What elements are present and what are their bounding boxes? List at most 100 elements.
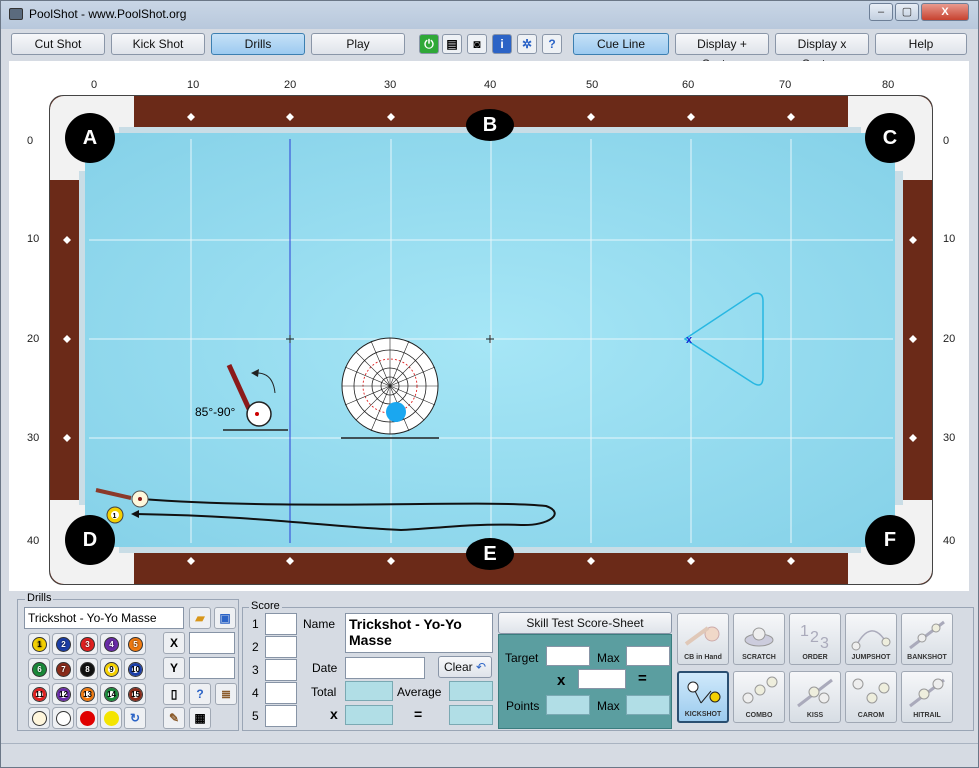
app-window: PoolShot - www.PoolShot.org – ▢ X Cut Sh… [0,0,979,768]
ball-5-button[interactable]: 5 [124,633,146,655]
status-bar [1,743,978,767]
x-coordinate-field[interactable] [189,632,235,654]
kickshot-tile[interactable]: KICKSHOT [677,671,729,723]
pocket-a[interactable]: A [65,113,115,163]
score-row-number: 5 [252,709,259,723]
total-label: Total [311,685,337,699]
tile-caption: CAROM [857,712,885,719]
score-group-title: Score [249,600,282,612]
open-folder-icon[interactable]: ▰ [189,607,211,629]
bankshot-tile[interactable]: BANKSHOT [901,613,953,665]
multiplier-field[interactable] [578,669,626,689]
tile-caption: KISS [806,712,824,719]
jumpshot-tile[interactable]: JUMPSHOT [845,613,897,665]
ball-number: 13 [80,687,95,702]
ball-8-button[interactable]: 8 [76,658,98,680]
ball-2-button[interactable]: 2 [52,633,74,655]
total-field [345,681,393,701]
cb-in-hand-tile[interactable]: CB in Hand [677,613,729,665]
color-palette-icon[interactable]: ▦ [189,707,211,729]
pocket-f[interactable]: F [865,515,915,565]
target-label: Target [505,651,539,665]
pocket-c[interactable]: C [865,113,915,163]
scratch-tile[interactable]: SCRATCH [733,613,785,665]
red-ball-button[interactable] [76,707,98,729]
combo-icon [742,676,778,704]
clear-label: Clear [443,660,473,674]
score-field-4[interactable] [265,682,297,704]
undo-arrow-icon: ↶ [475,660,487,674]
points-field [546,695,590,715]
score-row-number: 1 [252,617,259,631]
target-field[interactable] [546,646,590,666]
new-document-icon[interactable]: ▯ [163,683,185,705]
save-icon[interactable]: ▣ [214,607,236,629]
score-field-1[interactable] [265,613,297,635]
drill-name-field[interactable]: Trickshot - Yo-Yo Masse [24,607,184,629]
tile-caption: KICKSHOT [684,711,722,718]
ball-10-button[interactable]: 10 [124,658,146,680]
carom-icon [852,678,890,704]
score-field-5[interactable] [265,705,297,727]
tile-caption: JUMPSHOT [851,654,891,661]
carom-tile[interactable]: CAROM [845,671,897,723]
cue-ball-button[interactable] [28,707,50,729]
ghost-ball-button[interactable] [52,707,74,729]
pocket-d[interactable]: D [65,515,115,565]
ball-4-button[interactable]: 4 [100,633,122,655]
points-label: Points [506,699,540,713]
svg-text:3: 3 [820,635,829,652]
ball-1-button[interactable]: 1 [28,633,50,655]
ball-number: 6 [32,662,47,677]
ball-number: 4 [104,637,119,652]
notepad-icon[interactable]: ✎ [163,707,185,729]
kiss-tile[interactable]: KISS [789,671,841,723]
ball-13-button[interactable]: 13 [76,683,98,705]
table-drawing: x 1 [63,113,917,565]
svg-text:1: 1 [113,513,117,520]
order-tile[interactable]: 1 2 3 ORDER [789,613,841,665]
pocket-b[interactable]: B [466,109,514,141]
angle-label: 85°-90° [195,405,236,419]
undo-icon[interactable]: ↻ [124,707,146,729]
hitrail-tile[interactable]: HITRAIL [901,671,953,723]
target-max-field[interactable] [626,646,670,666]
y-coordinate-field[interactable] [189,657,235,679]
name-field[interactable]: Trickshot - Yo-Yo Masse [345,613,493,653]
ball-number: 9 [104,662,119,677]
ball-15-button[interactable]: 15 [124,683,146,705]
ball-3-button[interactable]: 3 [76,633,98,655]
ball-12-button[interactable]: 12 [52,683,74,705]
ball-number: 5 [128,637,143,652]
y-label: Y [163,657,185,679]
document-help-icon[interactable]: ? [189,683,211,705]
score-field-2[interactable] [265,636,297,658]
tile-caption: BANKSHOT [907,654,947,661]
skill-test-button[interactable]: Skill Test Score-Sheet [498,612,672,634]
combo-tile[interactable]: COMBO [733,671,785,723]
ball-9-button[interactable]: 9 [100,658,122,680]
points-max-label: Max [597,699,620,713]
score-row-number: 3 [252,663,259,677]
points-max-field [626,695,670,715]
score-row-number: 4 [252,686,259,700]
pocket-e[interactable]: E [466,538,514,570]
score-field-3[interactable] [265,659,297,681]
hitrail-icon [909,678,945,708]
ball-6-button[interactable]: 6 [28,658,50,680]
name-label: Name [303,617,336,631]
jumpshot-icon [851,630,891,651]
date-field[interactable] [345,657,425,679]
clear-button[interactable]: Clear ↶ [438,656,492,678]
result-field [449,705,493,725]
ball-7-button[interactable]: 7 [52,658,74,680]
x-label: X [163,632,185,654]
yellow-ball-button[interactable] [100,707,122,729]
cue-stick-elevation [226,363,252,411]
ball-11-button[interactable]: 11 [28,683,50,705]
multiply-sign: x [557,672,566,689]
ball-number: 8 [80,662,95,677]
document-list-icon[interactable]: ≣ [215,683,237,705]
cb-in-hand-icon [684,626,720,646]
ball-14-button[interactable]: 14 [100,683,122,705]
